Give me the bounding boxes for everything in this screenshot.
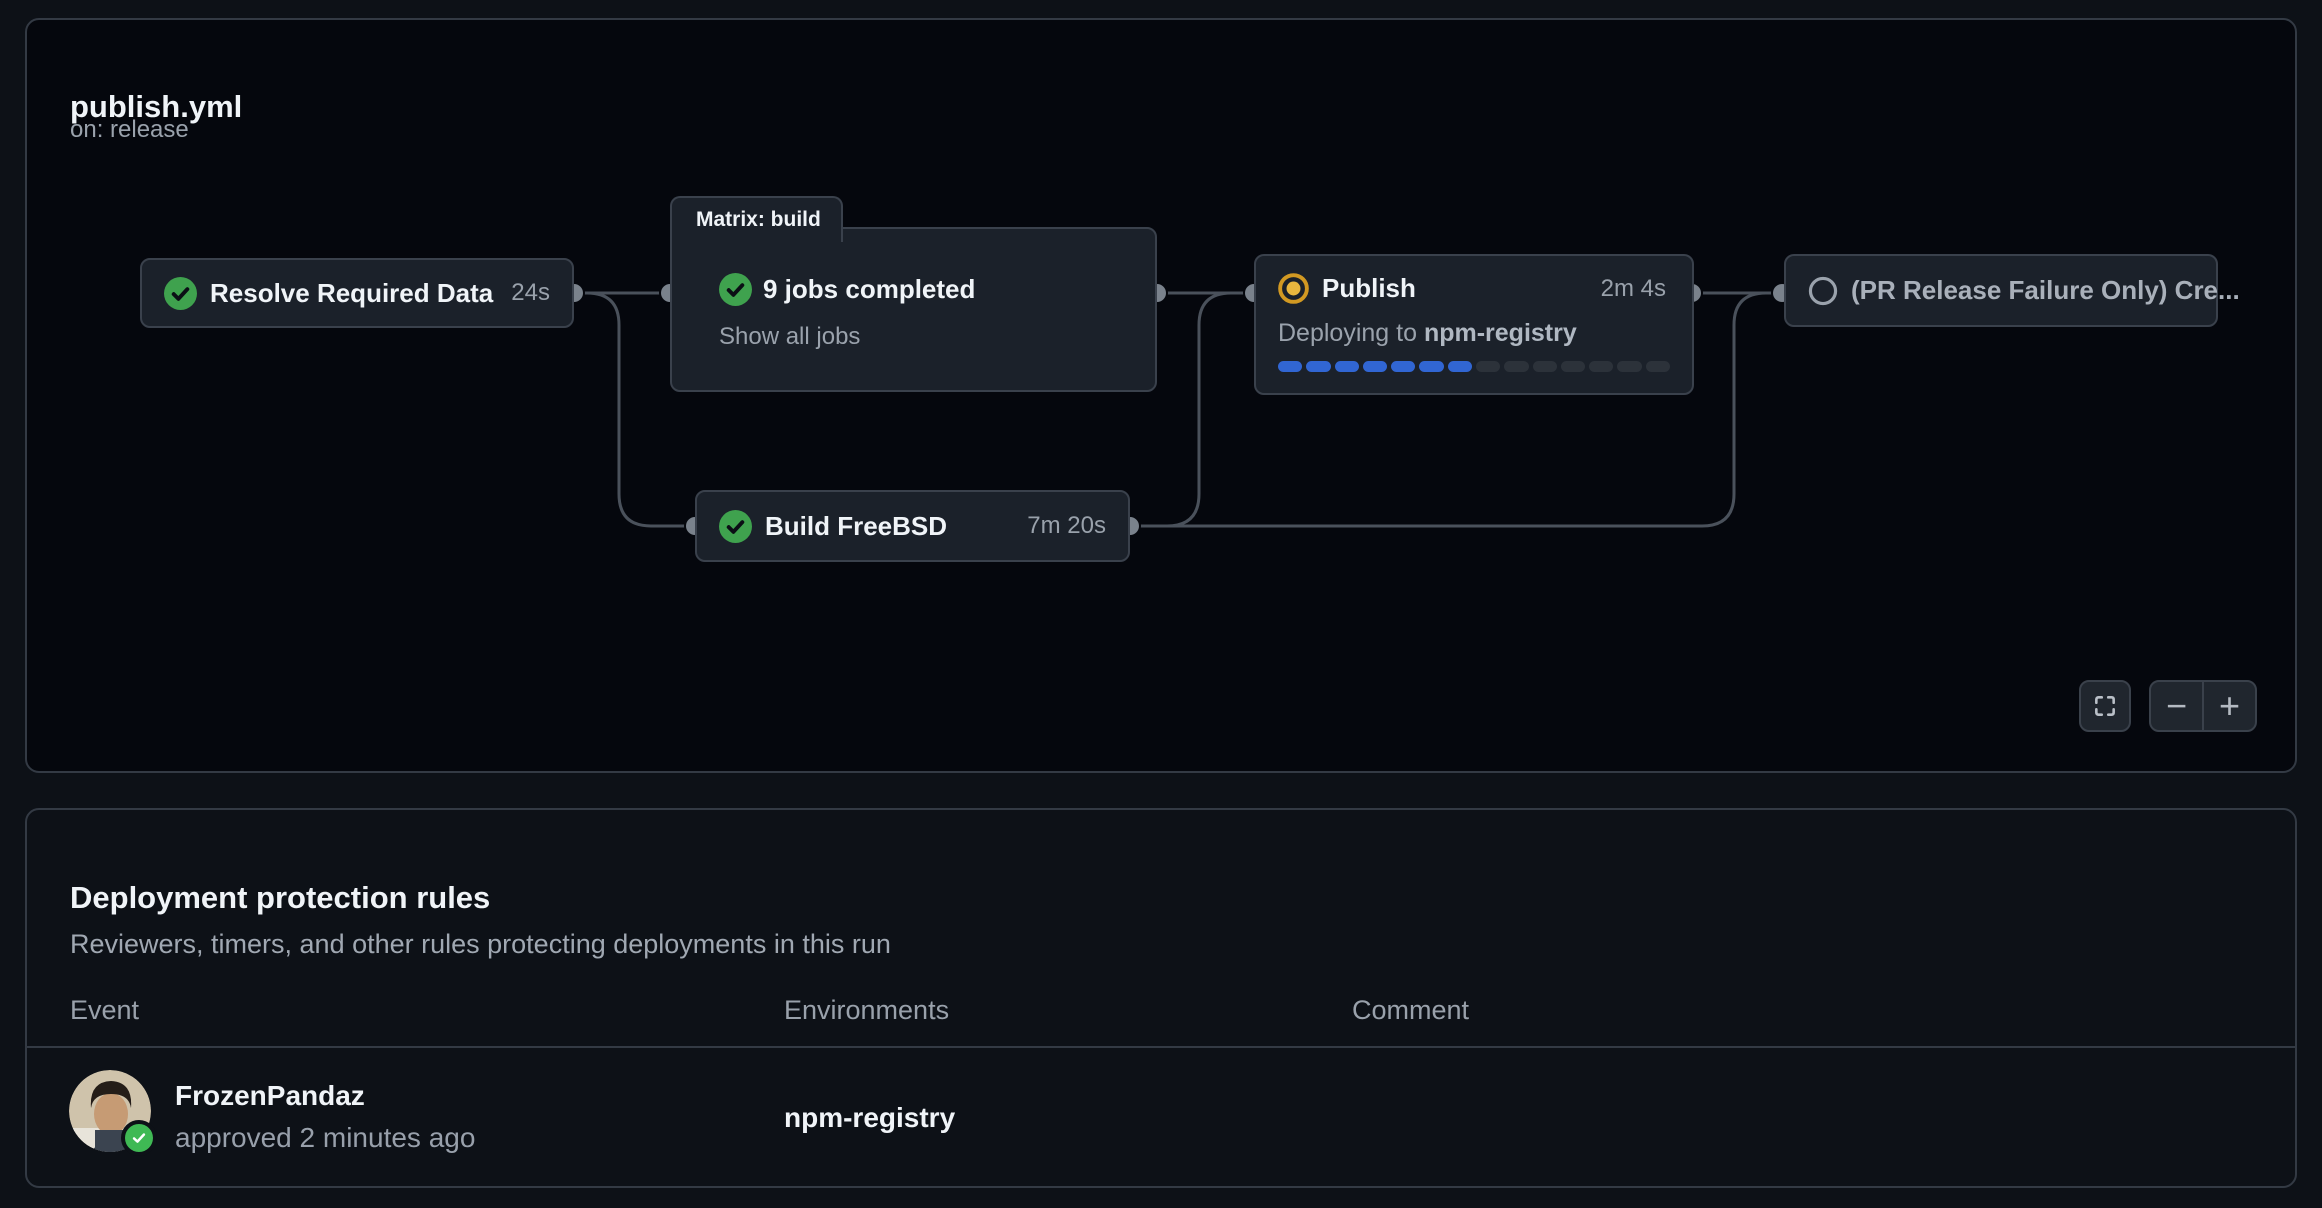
show-all-jobs-link[interactable]: Show all jobs (719, 323, 860, 351)
workflow-trigger: on: release (70, 116, 189, 144)
progress-segment (1504, 361, 1528, 372)
deployment-protection-rules-panel: Deployment protection rules Reviewers, t… (25, 808, 2297, 1188)
job-node-matrix-build[interactable]: 9 jobs completed Show all jobs (670, 227, 1157, 392)
table-divider (27, 1046, 2295, 1048)
job-label: (PR Release Failure Only) Cre... (1851, 275, 2240, 306)
progress-segment (1448, 361, 1472, 372)
column-header-comment: Comment (1352, 995, 1469, 1026)
success-check-icon (719, 273, 752, 306)
fullscreen-icon (2092, 693, 2118, 719)
progress-segment (1391, 361, 1415, 372)
reviewer-name: FrozenPandaz (175, 1080, 365, 1112)
success-check-icon (164, 277, 197, 310)
progress-segment (1561, 361, 1585, 372)
deploy-status-text: Deploying to npm-registry (1278, 319, 1666, 348)
job-node-resolve-required-data[interactable]: Resolve Required Data 24s (140, 258, 574, 328)
job-label: Resolve Required Data (210, 278, 498, 309)
job-node-build-freebsd[interactable]: Build FreeBSD 7m 20s (695, 490, 1130, 562)
job-node-pr-release-failure[interactable]: (PR Release Failure Only) Cre... (1784, 254, 2218, 327)
graph-edges (27, 20, 2295, 771)
progress-segment (1533, 361, 1557, 372)
job-duration: 2m 4s (1601, 275, 1666, 303)
avatar (69, 1070, 151, 1152)
pending-circle-icon (1808, 276, 1838, 306)
zoom-out-button[interactable]: − (2151, 682, 2204, 730)
progress-segment (1646, 361, 1670, 372)
job-label: Build FreeBSD (765, 511, 1014, 542)
fullscreen-button[interactable] (2079, 680, 2131, 732)
zoom-in-button[interactable]: + (2204, 682, 2255, 730)
row-environment: npm-registry (784, 1102, 955, 1134)
matrix-build-tab[interactable]: Matrix: build (670, 196, 843, 242)
reviewer-approval-status: approved 2 minutes ago (175, 1122, 475, 1154)
progress-segment (1363, 361, 1387, 372)
progress-segment (1617, 361, 1641, 372)
in-progress-icon (1278, 273, 1309, 304)
job-label: Publish (1322, 273, 1588, 304)
progress-segment (1589, 361, 1613, 372)
rules-subtitle: Reviewers, timers, and other rules prote… (70, 929, 891, 960)
job-node-publish[interactable]: Publish 2m 4s Deploying to npm-registry (1254, 254, 1694, 395)
progress-segment (1476, 361, 1500, 372)
success-check-icon (719, 510, 752, 543)
approved-badge-icon (121, 1120, 157, 1156)
job-label: 9 jobs completed (763, 274, 1131, 305)
column-header-event: Event (70, 995, 139, 1026)
matrix-tab-label: Matrix: build (696, 208, 821, 232)
deploy-environment: npm-registry (1424, 319, 1577, 347)
progress-segment (1278, 361, 1302, 372)
column-header-environments: Environments (784, 995, 949, 1026)
deploy-progress-bar (1278, 361, 1670, 372)
progress-segment (1306, 361, 1330, 372)
progress-segment (1335, 361, 1359, 372)
zoom-controls: − + (2149, 680, 2257, 732)
progress-segment (1419, 361, 1443, 372)
job-duration: 7m 20s (1027, 512, 1106, 540)
rules-heading: Deployment protection rules (70, 880, 490, 916)
job-duration: 24s (511, 279, 550, 307)
workflow-graph-panel: publish.yml on: release Resolve Required… (25, 18, 2297, 773)
